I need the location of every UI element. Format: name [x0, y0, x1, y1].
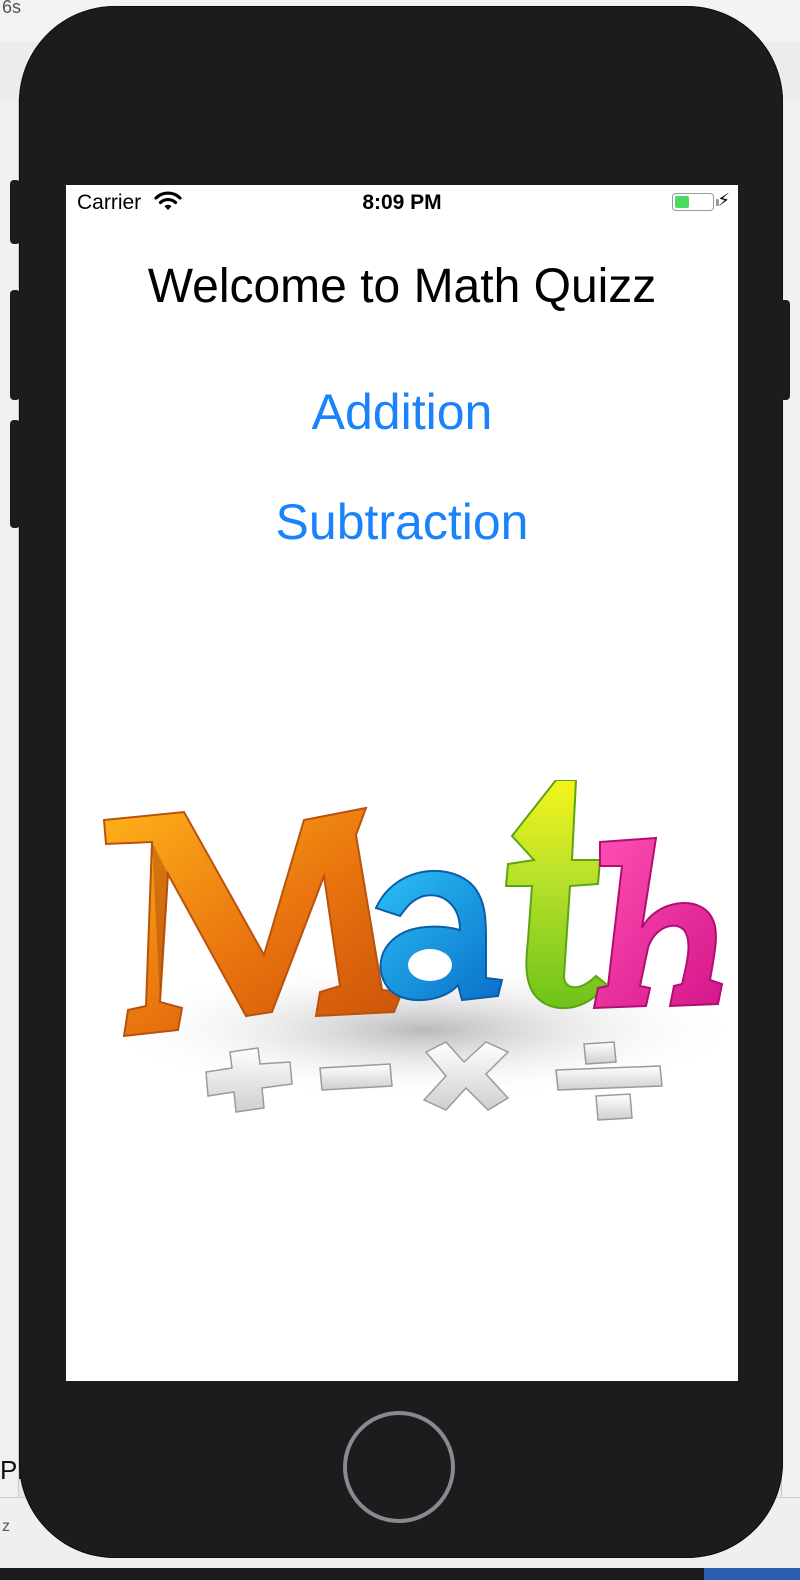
status-bar: Carrier 8:09 PM ⚡︎: [66, 185, 738, 223]
addition-button[interactable]: Addition: [66, 383, 738, 441]
letter-a-shape: [374, 869, 504, 1002]
volume-up-button[interactable]: [10, 290, 20, 400]
mute-switch[interactable]: [10, 180, 20, 244]
backdrop-bottom-small-text: z: [2, 1518, 10, 1535]
minus-sign-shape: [319, 1063, 393, 1091]
app-screen: Carrier 8:09 PM ⚡︎ Welcome to Math Quizz…: [66, 185, 738, 1381]
battery-level-fill: [675, 196, 689, 208]
subtraction-button[interactable]: Subtraction: [66, 493, 738, 551]
volume-down-button[interactable]: [10, 420, 20, 528]
home-button[interactable]: [343, 1411, 455, 1523]
dock-strip-accent: [704, 1568, 800, 1580]
backdrop-top-text: 6s: [2, 0, 22, 17]
page-title: Welcome to Math Quizz: [147, 260, 657, 313]
charging-bolt-icon: ⚡︎: [717, 190, 730, 210]
letter-m-shape: [102, 806, 404, 1038]
status-time: 8:09 PM: [362, 191, 442, 214]
dock-strip: [0, 1568, 800, 1580]
math-illustration: [102, 780, 724, 1121]
battery-icon: [672, 193, 714, 211]
power-button[interactable]: [780, 300, 790, 400]
